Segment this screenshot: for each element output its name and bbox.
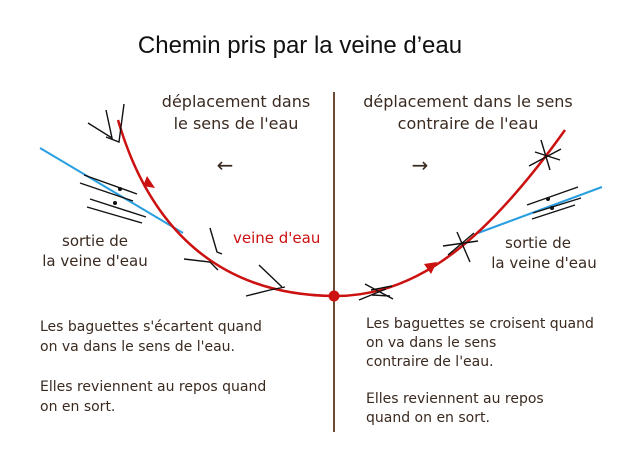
right-exit-path [477, 186, 603, 234]
rod-pair-left-1 [87, 109, 114, 140]
rod-right-cross-4 [371, 294, 391, 297]
rod-left-parallel-3 [89, 198, 147, 218]
rod-pair-left-6 [245, 286, 286, 297]
diagram-title: Chemin pris par la veine d’eau [138, 32, 462, 59]
rod-right-parallel-1 [526, 186, 579, 206]
left-note-line3: Elles reviennent au repos quand [40, 379, 266, 395]
right-direction-line2: contraire de l'eau [398, 114, 539, 133]
right-arrow-icon: → [412, 153, 429, 177]
rod-right-cross-6 [456, 231, 471, 263]
rod-right-dot-1 [546, 197, 550, 201]
rod-pair-left-3 [209, 227, 223, 255]
left-note-line4: on en sort. [40, 399, 115, 415]
rod-left-parallel-1 [83, 174, 138, 195]
rod-pair-left-5 [258, 264, 283, 288]
left-exit-label-line2: la veine d'eau [42, 252, 147, 270]
vein-label: veine d'eau [233, 229, 320, 247]
right-direction-line1: déplacement dans le sens [363, 92, 573, 111]
rod-left-dot-1 [118, 187, 122, 191]
left-note-line1: Les baguettes s'écartent quand [40, 319, 262, 335]
right-note-line3: contraire de l'eau. [366, 354, 494, 370]
vein-diagram: Chemin pris par la veine d’eau déplaceme… [39, 32, 603, 432]
right-rods [358, 139, 582, 301]
rod-left-parallel-2 [79, 182, 134, 202]
left-note-line2: on va dans le sens de l'eau. [40, 339, 235, 355]
left-arrow-icon: ← [217, 153, 234, 177]
rod-right-dot-2 [550, 206, 554, 210]
diagram-canvas: Chemin pris par la veine d’eau déplaceme… [0, 0, 640, 466]
rod-left-parallel-4 [86, 206, 143, 224]
rod-left-dot-2 [113, 201, 117, 205]
left-direction-line2: le sens de l'eau [174, 114, 299, 133]
left-exit-path [39, 147, 184, 234]
left-exit-label-line1: sortie de [62, 232, 128, 250]
left-direction-line1: déplacement dans [162, 92, 310, 111]
left-vein-arrowhead [143, 176, 155, 188]
right-exit-label-line2: la veine d'eau [491, 254, 596, 272]
right-note-line1: Les baguettes se croisent quand [366, 316, 594, 332]
right-note-line4: Elles reviennent au repos [366, 391, 544, 407]
vein-center-point [328, 290, 340, 302]
right-exit-label-line1: sortie de [505, 234, 571, 252]
right-note-line2: on va dans le sens [366, 335, 496, 351]
right-note-line5: quand on en sort. [366, 410, 490, 426]
